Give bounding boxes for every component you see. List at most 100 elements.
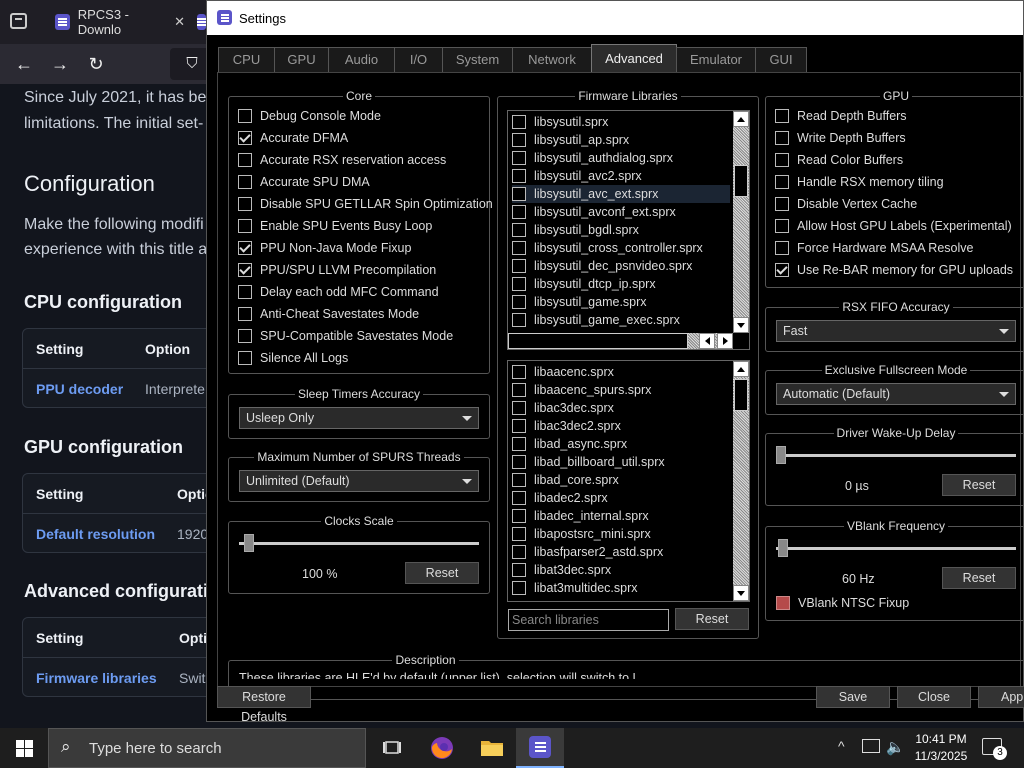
rsx-fifo-select[interactable]: Fast xyxy=(776,320,1016,342)
shield-icon[interactable]: ⛉ xyxy=(180,52,204,76)
tab-io[interactable]: I/O xyxy=(394,47,443,73)
volume-muted-icon[interactable]: 🔈 xyxy=(886,738,905,756)
library-list-item[interactable]: libsysutil_game_exec.sprx xyxy=(512,311,730,329)
clocks-scale-reset-button[interactable]: Reset xyxy=(405,562,479,584)
firefox-icon[interactable] xyxy=(418,728,466,768)
checkbox-box[interactable] xyxy=(238,241,252,255)
gpu-option-checkbox[interactable]: Disable Vertex Cache xyxy=(775,196,917,212)
checkbox-box[interactable] xyxy=(512,437,526,451)
library-list-item[interactable]: libadec2.sprx xyxy=(512,489,730,507)
checkbox-box[interactable] xyxy=(512,313,526,327)
tab-list-icon[interactable] xyxy=(10,13,27,29)
library-list-item[interactable]: libac3dec2.sprx xyxy=(512,417,730,435)
scrollbar-thumb[interactable] xyxy=(734,165,748,197)
apply-button[interactable]: Appl xyxy=(978,686,1024,708)
core-option-checkbox[interactable]: Accurate SPU DMA xyxy=(238,174,370,190)
tab-cpu[interactable]: CPU xyxy=(218,47,275,73)
restore-defaults-button[interactable]: Restore Defaults xyxy=(217,686,311,724)
checkbox-box[interactable] xyxy=(512,563,526,577)
library-list-item[interactable]: libsysutil_authdialog.sprx xyxy=(512,149,730,167)
library-list-item[interactable]: libapostsrc_mini.sprx xyxy=(512,525,730,543)
task-view-icon[interactable] xyxy=(368,728,416,768)
windows-start-icon[interactable] xyxy=(0,728,48,768)
checkbox-box[interactable] xyxy=(238,153,252,167)
vblank-frequency-reset-button[interactable]: Reset xyxy=(942,567,1016,589)
library-list-item[interactable]: libad_billboard_util.sprx xyxy=(512,453,730,471)
core-option-checkbox[interactable]: Delay each odd MFC Command xyxy=(238,284,439,300)
library-list-item[interactable]: libsysutil_avconf_ext.sprx xyxy=(512,203,730,221)
checkbox-box[interactable] xyxy=(512,277,526,291)
checkbox-box[interactable] xyxy=(238,285,252,299)
checkbox-box[interactable] xyxy=(512,581,526,595)
core-option-checkbox[interactable]: Enable SPU Events Busy Loop xyxy=(238,218,432,234)
wakeup-delay-slider-handle[interactable] xyxy=(776,446,786,464)
core-option-checkbox[interactable]: PPU/SPU LLVM Precompilation xyxy=(238,262,436,278)
checkbox-box[interactable] xyxy=(512,205,526,219)
library-list-item[interactable]: libsysutil.sprx xyxy=(512,113,730,131)
checkbox-box[interactable] xyxy=(512,295,526,309)
library-list-item[interactable]: libsysutil_cross_controller.sprx xyxy=(512,239,730,257)
save-button[interactable]: Save xyxy=(816,686,890,708)
dialog-title-bar[interactable]: Settings xyxy=(207,1,1023,35)
checkbox-box[interactable] xyxy=(775,263,789,277)
library-list-item[interactable]: libadec_internal.sprx xyxy=(512,507,730,525)
library-list-item[interactable]: libat3multidec.sprx xyxy=(512,579,730,597)
checkbox-box[interactable] xyxy=(238,307,252,321)
close-button[interactable]: Close xyxy=(897,686,971,708)
checkbox-box[interactable] xyxy=(512,527,526,541)
tab-system[interactable]: System xyxy=(442,47,513,73)
checkbox-box[interactable] xyxy=(775,241,789,255)
core-option-checkbox[interactable]: PPU Non-Java Mode Fixup xyxy=(238,240,411,256)
checkbox-box[interactable] xyxy=(512,169,526,183)
checkbox-box[interactable] xyxy=(512,545,526,559)
checkbox-box[interactable] xyxy=(512,187,526,201)
core-option-checkbox[interactable]: Accurate DFMA xyxy=(238,130,348,146)
wakeup-delay-reset-button[interactable]: Reset xyxy=(942,474,1016,496)
reload-icon[interactable]: ↻ xyxy=(84,52,108,76)
checkbox-box[interactable] xyxy=(238,263,252,277)
checkbox-box[interactable] xyxy=(775,153,789,167)
file-explorer-icon[interactable] xyxy=(468,728,516,768)
scroll-up-icon[interactable] xyxy=(733,361,749,377)
vblank-ntsc-checkbox[interactable]: VBlank NTSC Fixup xyxy=(776,595,909,611)
library-list-item[interactable]: libsysutil_avc_ext.sprx xyxy=(512,185,730,203)
taskbar-search-box[interactable]: ⌕ Type here to search xyxy=(48,728,366,768)
core-option-checkbox[interactable]: Debug Console Mode xyxy=(238,108,381,124)
checkbox-box[interactable] xyxy=(512,455,526,469)
tab-network[interactable]: Network xyxy=(512,47,592,73)
checkbox-box[interactable] xyxy=(512,241,526,255)
checkbox-box[interactable] xyxy=(512,115,526,129)
firmware-reset-button[interactable]: Reset xyxy=(675,608,749,630)
tab-gpu[interactable]: GPU xyxy=(274,47,329,73)
checkbox-box[interactable] xyxy=(776,596,790,610)
scrollbar-thumb[interactable] xyxy=(508,333,688,349)
gpu-option-checkbox[interactable]: Handle RSX memory tiling xyxy=(775,174,944,190)
notifications-icon[interactable]: 3 xyxy=(982,738,1007,760)
checkbox-box[interactable] xyxy=(512,509,526,523)
gpu-option-checkbox[interactable]: Read Color Buffers xyxy=(775,152,903,168)
library-list-item[interactable]: libasfparser2_astd.sprx xyxy=(512,543,730,561)
checkbox-box[interactable] xyxy=(238,197,252,211)
library-list-item[interactable]: libat3dec.sprx xyxy=(512,561,730,579)
library-list-item[interactable]: libsysutil_dtcp_ip.sprx xyxy=(512,275,730,293)
checkbox-box[interactable] xyxy=(512,401,526,415)
checkbox-box[interactable] xyxy=(512,133,526,147)
firmware-lle-list[interactable]: libaacenc.sprx libaacenc_spurs.sprx libac3… xyxy=(507,360,750,602)
checkbox-box[interactable] xyxy=(512,151,526,165)
checkbox-box[interactable] xyxy=(775,175,789,189)
gpu-option-checkbox[interactable]: Use Re-BAR memory for GPU uploads xyxy=(775,262,1013,278)
checkbox-box[interactable] xyxy=(512,383,526,397)
library-list-item[interactable]: libsysutil_avc2.sprx xyxy=(512,167,730,185)
vblank-frequency-slider-handle[interactable] xyxy=(778,539,788,557)
core-option-checkbox[interactable]: SPU-Compatible Savestates Mode xyxy=(238,328,453,344)
checkbox-box[interactable] xyxy=(238,131,252,145)
wakeup-delay-slider[interactable] xyxy=(776,454,1016,457)
scroll-up-icon[interactable] xyxy=(733,111,749,127)
spurs-threads-select[interactable]: Unlimited (Default) xyxy=(239,470,479,492)
scrollbar-thumb[interactable] xyxy=(734,379,748,411)
scroll-right-icon[interactable] xyxy=(717,333,733,349)
tab-advanced[interactable]: Advanced xyxy=(591,44,677,73)
browser-tab-rpcs3[interactable]: RPCS3 - Downlo ✕ xyxy=(55,5,185,39)
upper-list-horizontal-scrollbar[interactable] xyxy=(508,333,733,349)
upper-list-vertical-scrollbar[interactable] xyxy=(733,111,749,333)
